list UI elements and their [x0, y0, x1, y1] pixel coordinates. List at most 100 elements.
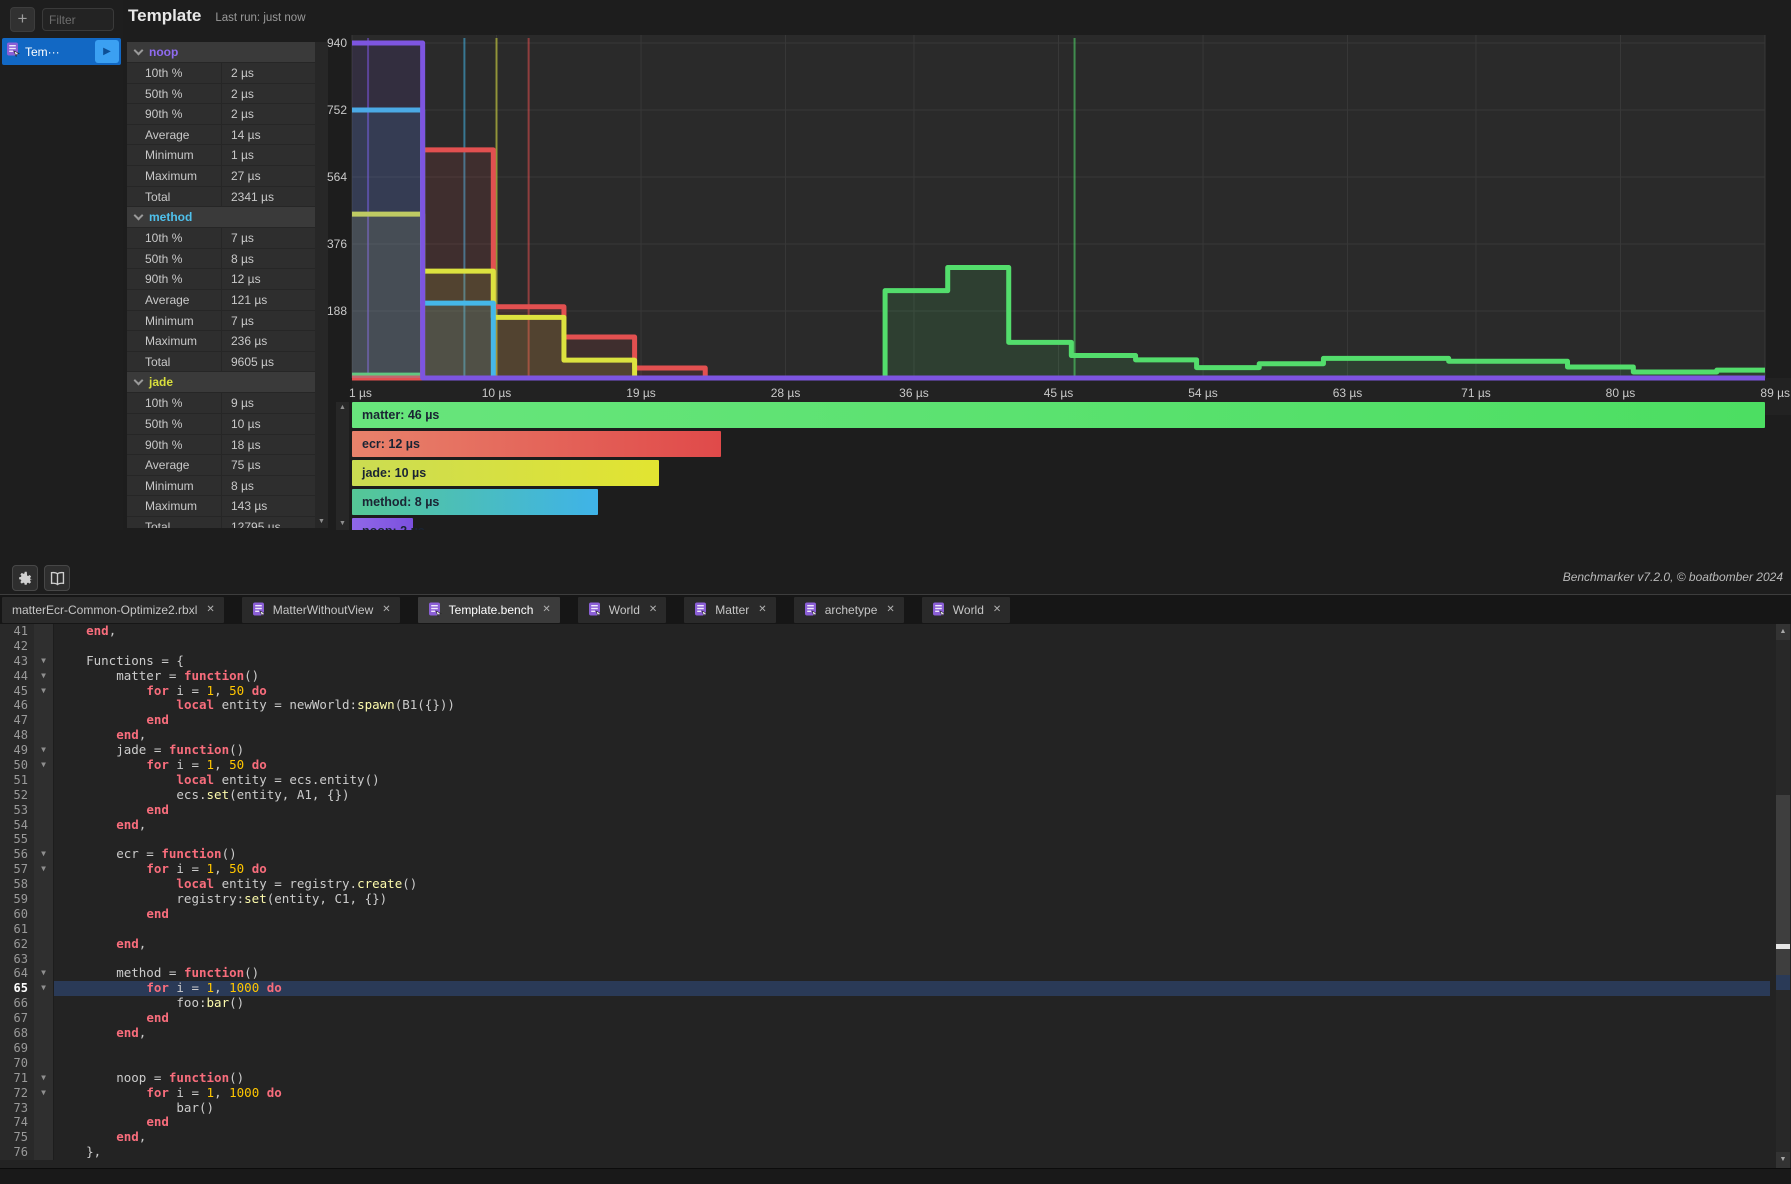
stat-label: 50th % [127, 414, 222, 434]
code-text[interactable]: Functions = { [54, 654, 1770, 669]
scroll-down-icon[interactable]: ▼ [336, 518, 349, 530]
fold-gutter [34, 907, 54, 922]
tab-World[interactable]: World✕ [578, 597, 667, 623]
tab-archetype[interactable]: archetype✕ [794, 597, 904, 623]
line-number: 52 [0, 788, 34, 803]
code-text[interactable] [54, 922, 1770, 937]
code-text[interactable] [54, 832, 1770, 847]
code-text[interactable]: end, [54, 624, 1770, 639]
code-editor[interactable]: 41 end,4243▼ Functions = {44▼ matter = f… [0, 624, 1770, 1168]
filter-input[interactable] [42, 8, 114, 31]
code-text[interactable]: end, [54, 818, 1770, 833]
code-text[interactable]: local entity = ecs.entity() [54, 773, 1770, 788]
benchmark-list-item-template[interactable]: Tem··· ▶ [2, 38, 121, 65]
stat-value: 2341 µs [222, 187, 315, 207]
fold-arrow-icon[interactable]: ▼ [34, 758, 54, 773]
code-text[interactable] [54, 952, 1770, 967]
code-text[interactable]: end, [54, 1026, 1770, 1041]
fold-arrow-icon[interactable]: ▼ [34, 684, 54, 699]
code-text[interactable]: end, [54, 728, 1770, 743]
code-text[interactable]: end, [54, 1130, 1770, 1145]
code-text[interactable]: end [54, 1011, 1770, 1026]
code-text[interactable] [54, 639, 1770, 654]
fold-arrow-icon[interactable]: ▼ [34, 966, 54, 981]
tab-MatterWithoutView[interactable]: MatterWithoutView✕ [242, 597, 400, 623]
tab-close-icon[interactable]: ✕ [206, 604, 214, 615]
legend-scrollbar[interactable]: ▲ ▼ [336, 402, 349, 530]
code-text[interactable]: local entity = newWorld:spawn(B1({})) [54, 698, 1770, 713]
stats-section-header-jade[interactable]: jade [127, 372, 315, 393]
code-text[interactable]: ecs.set(entity, A1, {}) [54, 788, 1770, 803]
tab-close-icon[interactable]: ✕ [993, 604, 1001, 615]
docs-button[interactable] [44, 565, 70, 591]
scroll-up-icon[interactable]: ▲ [336, 402, 349, 414]
tab-close-icon[interactable]: ✕ [886, 604, 894, 615]
code-text[interactable]: for i = 1, 50 do [54, 684, 1770, 699]
code-text[interactable]: end, [54, 937, 1770, 952]
tab-matterEcr-Common-Optimize2.rbxl[interactable]: matterEcr-Common-Optimize2.rbxl✕ [2, 597, 224, 623]
stats-section-header-noop[interactable]: noop [127, 42, 315, 63]
editor-horizontal-scrollbar[interactable] [0, 1168, 1791, 1184]
fold-gutter [34, 773, 54, 788]
scroll-up-icon[interactable]: ▲ [1776, 624, 1790, 640]
legend-row: matter: 46 µs [352, 402, 1765, 428]
fold-arrow-icon[interactable]: ▼ [34, 743, 54, 758]
stat-label: Total [127, 187, 222, 207]
stat-row: 90th %12 µs [127, 269, 315, 290]
stat-label: Total [127, 517, 222, 528]
fold-gutter [34, 1056, 54, 1071]
tab-World[interactable]: World✕ [922, 597, 1011, 623]
settings-button[interactable] [12, 565, 38, 591]
code-text[interactable]: for i = 1, 50 do [54, 862, 1770, 877]
fold-arrow-icon[interactable]: ▼ [34, 669, 54, 684]
stat-value: 14 µs [222, 125, 315, 145]
code-line-66: 66 foo:bar() [0, 996, 1770, 1011]
code-text[interactable]: noop = function() [54, 1071, 1770, 1086]
script-icon [694, 602, 708, 617]
code-text[interactable]: jade = function() [54, 743, 1770, 758]
code-text[interactable]: end [54, 803, 1770, 818]
code-text[interactable]: foo:bar() [54, 996, 1770, 1011]
fold-arrow-icon[interactable]: ▼ [34, 847, 54, 862]
code-text[interactable]: registry:set(entity, C1, {}) [54, 892, 1770, 907]
code-line-45: 45▼ for i = 1, 50 do [0, 684, 1770, 699]
line-number: 48 [0, 728, 34, 743]
editor-vertical-scrollbar[interactable]: ▲ ▼ [1770, 624, 1791, 1168]
code-text[interactable]: method = function() [54, 966, 1770, 981]
fold-arrow-icon[interactable]: ▼ [34, 1071, 54, 1086]
fold-arrow-icon[interactable]: ▼ [34, 654, 54, 669]
code-text[interactable]: for i = 1, 50 do [54, 758, 1770, 773]
tab-close-icon[interactable]: ✕ [649, 604, 657, 615]
code-text[interactable] [54, 1041, 1770, 1056]
fold-arrow-icon[interactable]: ▼ [34, 862, 54, 877]
tab-close-icon[interactable]: ✕ [382, 604, 390, 615]
code-text[interactable]: ecr = function() [54, 847, 1770, 862]
code-text[interactable]: end [54, 1115, 1770, 1130]
tab-close-icon[interactable]: ✕ [542, 604, 550, 615]
code-text[interactable]: }, [54, 1145, 1770, 1160]
stat-value: 143 µs [222, 496, 315, 516]
scroll-down-icon[interactable]: ▼ [1776, 1152, 1790, 1168]
code-text[interactable]: bar() [54, 1101, 1770, 1116]
code-text[interactable] [54, 1056, 1770, 1071]
tab-Matter[interactable]: Matter✕ [684, 597, 775, 623]
current-line-marker [1776, 975, 1790, 990]
stats-section-header-method[interactable]: method [127, 207, 315, 228]
code-text[interactable]: for i = 1, 1000 do [54, 981, 1770, 996]
code-text[interactable]: end [54, 907, 1770, 922]
code-text[interactable]: local entity = registry.create() [54, 877, 1770, 892]
fold-arrow-icon[interactable]: ▼ [34, 1086, 54, 1101]
code-text[interactable]: matter = function() [54, 669, 1770, 684]
tab-Template.bench[interactable]: Template.bench✕ [418, 597, 560, 623]
stat-value: 75 µs [222, 455, 315, 475]
add-benchmark-button[interactable]: + [10, 7, 35, 32]
code-text[interactable]: for i = 1, 1000 do [54, 1086, 1770, 1101]
scroll-down-icon[interactable]: ▼ [315, 516, 328, 528]
tab-close-icon[interactable]: ✕ [758, 604, 766, 615]
svg-text:188: 188 [327, 304, 347, 318]
fold-arrow-icon[interactable]: ▼ [34, 981, 54, 996]
code-text[interactable]: end [54, 713, 1770, 728]
stat-row: 90th %18 µs [127, 435, 315, 456]
legend-row: noop: 2 µs [352, 518, 1765, 530]
run-benchmark-button[interactable]: ▶ [95, 40, 119, 63]
